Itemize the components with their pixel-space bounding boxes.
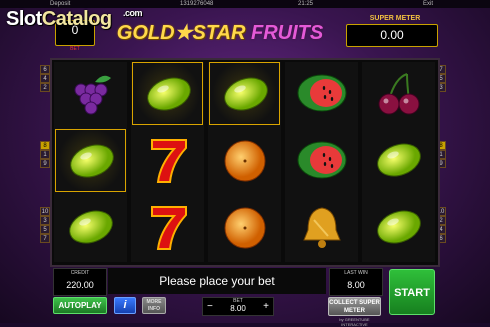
message-bar: Please place your bet [108, 268, 326, 294]
reel-1-grapes-icon [55, 62, 126, 125]
reel-2-seven-icon [132, 196, 203, 259]
credit-display: CREDIT 220.00 [53, 268, 107, 296]
collect-super-meter-button[interactable]: COLLECT SUPER METER [328, 297, 381, 316]
reel-1-lemon-icon [55, 196, 126, 259]
reel-4 [285, 62, 358, 262]
watermark-com: .com [123, 8, 143, 18]
reel-3 [208, 62, 281, 262]
last-win-value: 8.00 [347, 280, 365, 290]
reel-1-lemon-icon [55, 129, 126, 192]
start-button[interactable]: START [389, 269, 435, 315]
reel-2-seven-icon [132, 129, 203, 192]
payline-5-indicator: 5 [40, 225, 50, 234]
reel-4-bell-icon [286, 196, 357, 259]
watermark-slot: Slot [6, 8, 42, 30]
super-meter-label: SUPER METER [369, 15, 421, 22]
clock: 21:25 [298, 1, 314, 7]
super-meter-value: 0.00 [346, 24, 438, 47]
deposit-link[interactable]: Deposit [50, 0, 70, 8]
reel-3-lemon-icon [209, 62, 280, 125]
payline-10-indicator: 10 [40, 207, 50, 216]
title-star: STAR [192, 22, 246, 44]
reel-2 [131, 62, 204, 262]
reel-4-watermelon-icon [286, 62, 357, 125]
watermark: SlotCatalog .com [6, 8, 143, 31]
reel-5 [362, 62, 435, 262]
reel-5-lemon-icon [363, 129, 434, 192]
reel-1 [54, 62, 127, 262]
credit-label: CREDIT [70, 270, 90, 276]
bet-display-label: BET [70, 46, 80, 52]
payline-4-indicator: 4 [40, 74, 50, 83]
credit-value: 220.00 [66, 280, 94, 290]
info-button[interactable]: i [114, 297, 136, 314]
brand-note: by GREENTUBE INTERACTIVE [339, 317, 370, 327]
game-title: GOLD★STAR FRUITS [100, 20, 340, 46]
top-bar: Deposit 1319276048 21:25 Exit [0, 0, 490, 8]
watermark-catalog: Catalog [41, 8, 112, 30]
title-fruits: FRUITS [251, 22, 324, 44]
payline-8-indicator: 8 [40, 141, 50, 150]
title-gold: GOLD [116, 22, 175, 44]
reel-4-watermelon-icon [286, 129, 357, 192]
bet-increase-button[interactable]: + [263, 302, 269, 312]
reel-3-orange-icon [209, 196, 280, 259]
payline-6-indicator: 6 [40, 65, 50, 74]
reel-area [50, 58, 440, 267]
reel-2-lemon-icon [132, 62, 203, 125]
bet-control: BET − 8.00 + [202, 297, 274, 316]
payline-3-indicator: 3 [40, 216, 50, 225]
session-id: 1319276048 [180, 1, 214, 7]
payline-1-indicator: 1 [40, 150, 50, 159]
more-info-button[interactable]: MORE INFO [142, 297, 166, 314]
title-star-icon: ★ [174, 22, 193, 44]
last-win-label: LAST WIN [344, 270, 368, 276]
payline-9-indicator: 9 [40, 159, 50, 168]
reel-5-cherries-icon [363, 62, 434, 125]
reel-3-orange-icon [209, 129, 280, 192]
autoplay-button[interactable]: AUTOPLAY [53, 297, 107, 314]
reel-5-lemon-icon [363, 196, 434, 259]
payline-7-indicator: 7 [40, 234, 50, 243]
exit-link[interactable]: Exit [423, 0, 433, 8]
last-win-display: LAST WIN 8.00 [329, 268, 383, 296]
payline-2-indicator: 2 [40, 83, 50, 92]
